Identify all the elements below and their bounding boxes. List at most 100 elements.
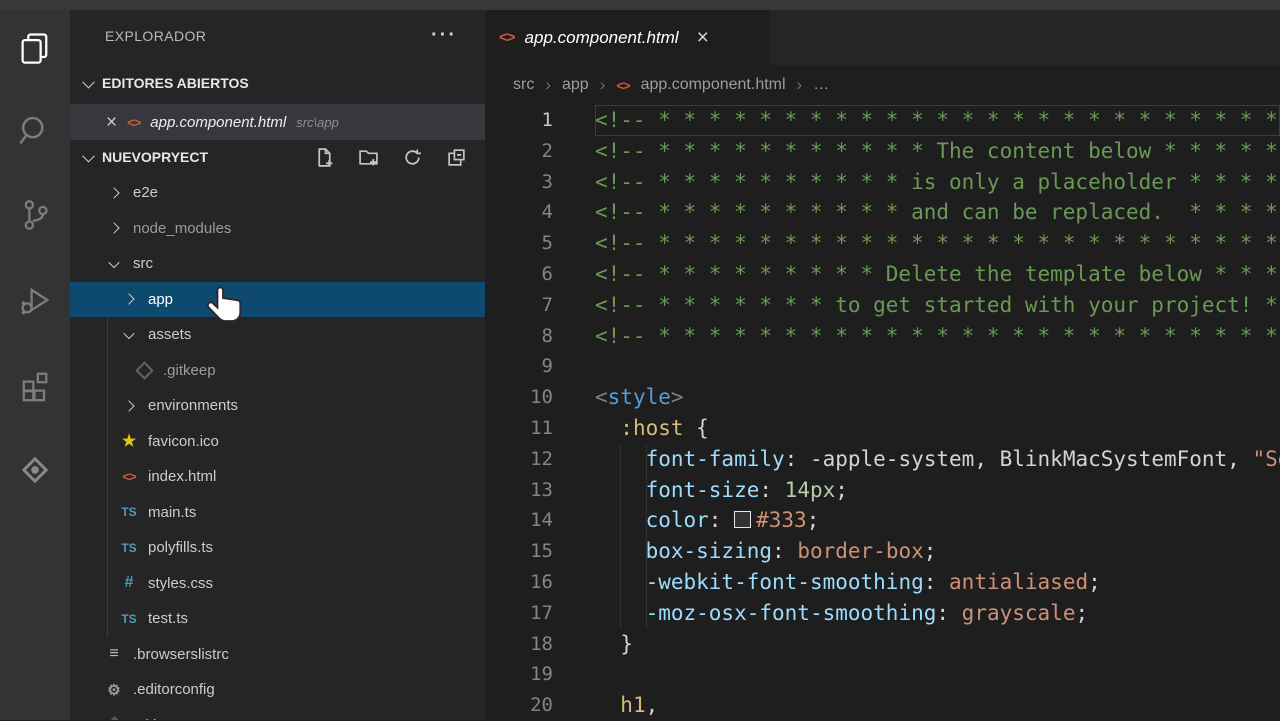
line-content[interactable]: <!-- * * * * * * * * * Delete the templa… xyxy=(595,259,1280,290)
line-content[interactable]: <style> xyxy=(595,382,1280,413)
tree-item-editorconfig[interactable]: ⚙ .editorconfig xyxy=(70,672,485,708)
open-editor-label: app.component.html xyxy=(150,113,287,131)
tree-item-label: test.ts xyxy=(148,610,189,628)
line-content[interactable] xyxy=(595,351,1280,382)
tab-app-component-html[interactable]: <> app.component.html × xyxy=(485,10,770,65)
line-number: 5 xyxy=(541,232,553,255)
extensions-icon[interactable] xyxy=(0,350,70,420)
line-number: 9 xyxy=(541,355,553,378)
tree-item-favicon-ico[interactable]: ★ favicon.ico xyxy=(70,424,485,460)
code-line-15: 15 box-sizing: border-box; xyxy=(485,536,1280,567)
line-number: 13 xyxy=(530,478,553,501)
close-icon[interactable]: × xyxy=(106,113,117,132)
line-content[interactable]: h1, xyxy=(595,690,1280,721)
tree-item-label: src xyxy=(133,255,153,273)
code-line-13: 13 font-size: 14px; xyxy=(485,475,1280,506)
files-icon[interactable] xyxy=(0,13,70,83)
breadcrumb-symbol-ellipsis[interactable]: … xyxy=(813,76,829,94)
tree-item-test-ts[interactable]: TS test.ts xyxy=(70,601,485,637)
tree-item-label: index.html xyxy=(148,468,217,486)
new-file-icon[interactable] xyxy=(314,147,335,168)
project-actions xyxy=(314,147,467,168)
tree-item-gitkeep[interactable]: .gitkeep xyxy=(70,353,485,389)
line-number: 14 xyxy=(530,509,553,532)
line-content[interactable]: font-size: 14px; xyxy=(595,475,1280,506)
tree-item-label: .browserslistrc xyxy=(133,645,229,663)
tab-bar: <> app.component.html × xyxy=(485,10,1280,65)
line-number: 20 xyxy=(530,694,553,717)
list-file-icon: ≡ xyxy=(109,645,119,663)
tree-item-app[interactable]: app xyxy=(70,281,485,317)
line-content[interactable]: <!-- * * * * * * * * * * is only a place… xyxy=(595,167,1280,198)
line-content[interactable]: <!-- * * * * * * * * * * * * * * * * * *… xyxy=(595,228,1280,259)
line-content[interactable]: -webkit-font-smoothing: antialiased; xyxy=(595,567,1280,598)
line-content[interactable]: font-family: -apple-system, BlinkMacSyst… xyxy=(595,444,1280,475)
chevron-down-icon xyxy=(123,327,135,339)
angular-console-icon[interactable] xyxy=(0,435,70,505)
tree-item-node-modules[interactable]: node_modules xyxy=(70,211,485,247)
line-content[interactable]: <!-- * * * * * * * * * * * * * * * * * *… xyxy=(595,105,1280,136)
tree-item-browserslistrc[interactable]: ≡ .browserslistrc xyxy=(70,637,485,673)
run-debug-icon[interactable] xyxy=(0,265,70,335)
tree-item-label: app xyxy=(148,290,174,308)
tree-item-main-ts[interactable]: TS main.ts xyxy=(70,495,485,531)
tree-item-label: .gitkeep xyxy=(163,361,216,379)
line-number: 15 xyxy=(530,540,553,563)
tree-item-label: main.ts xyxy=(148,503,197,521)
line-content[interactable] xyxy=(595,659,1280,690)
tree-item-src[interactable]: src xyxy=(70,246,485,282)
code-line-18: 18 } xyxy=(485,629,1280,660)
line-content[interactable]: <!-- * * * * * * * to get started with y… xyxy=(595,290,1280,321)
twisty xyxy=(103,187,125,199)
open-editor-item[interactable]: × <> app.component.html src\app xyxy=(70,104,485,140)
file-icon: TS xyxy=(118,505,140,519)
file-icon xyxy=(133,361,155,380)
tree-item-e2e[interactable]: e2e xyxy=(70,175,485,211)
line-content[interactable]: box-sizing: border-box; xyxy=(595,536,1280,567)
twisty xyxy=(103,256,125,268)
new-folder-icon[interactable] xyxy=(358,147,379,168)
css-file-icon: # xyxy=(124,574,134,592)
breadcrumb-file[interactable]: app.component.html xyxy=(641,76,786,94)
twisty xyxy=(118,327,140,339)
code-area[interactable]: 1 <!-- * * * * * * * * * * * * * * * * * … xyxy=(485,105,1280,720)
more-actions-icon[interactable]: ··· xyxy=(431,24,457,47)
chevron-right-icon xyxy=(108,222,120,234)
chevron-right-icon xyxy=(123,293,135,305)
refresh-explorer-icon[interactable] xyxy=(402,147,423,168)
project-header-label: NUEVOPRYECT xyxy=(102,149,209,165)
open-editors-header-label: EDITORES ABIERTOS xyxy=(102,75,249,91)
code-line-11: 11 :host { xyxy=(485,413,1280,444)
line-content[interactable]: <!-- * * * * * * * * * * and can be repl… xyxy=(595,197,1280,228)
indent-guide xyxy=(646,444,647,629)
breadcrumb-app[interactable]: app xyxy=(562,76,589,94)
open-editors-section-header[interactable]: EDITORES ABIERTOS xyxy=(70,62,485,104)
collapse-folders-icon[interactable] xyxy=(446,147,467,168)
line-content[interactable]: <!-- * * * * * * * * * * * * * * * * * *… xyxy=(595,321,1280,352)
tree-item-index-html[interactable]: <> index.html xyxy=(70,459,485,495)
source-control-icon[interactable] xyxy=(0,180,70,250)
tree-item-environments[interactable]: environments xyxy=(70,388,485,424)
indent-guide xyxy=(620,444,621,629)
breadcrumb-src[interactable]: src xyxy=(513,76,534,94)
tree-item-polyfills-ts[interactable]: TS polyfills.ts xyxy=(70,530,485,566)
line-content[interactable]: color: #333; xyxy=(595,505,1280,536)
line-content[interactable]: :host { xyxy=(595,413,1280,444)
code-line-7: 7 <!-- * * * * * * * to get started with … xyxy=(485,290,1280,321)
file-icon: TS xyxy=(118,612,140,626)
tree-item-gitignore[interactable]: .gitignore xyxy=(70,708,485,720)
search-icon[interactable] xyxy=(0,96,70,166)
tree-item-assets[interactable]: assets xyxy=(70,317,485,353)
code-line-12: 12 font-family: -apple-system, BlinkMacS… xyxy=(485,444,1280,475)
line-number: 12 xyxy=(530,447,553,470)
tree-item-styles-css[interactable]: # styles.css xyxy=(70,566,485,602)
line-number: 19 xyxy=(530,663,553,686)
file-icon: ⚙ xyxy=(103,681,125,699)
close-icon[interactable]: × xyxy=(697,27,709,48)
code-line-4: 4 <!-- * * * * * * * * * * and can be rep… xyxy=(485,197,1280,228)
line-content[interactable]: <!-- * * * * * * * * * * * The content b… xyxy=(595,136,1280,167)
line-content[interactable]: } xyxy=(595,629,1280,660)
project-section-header[interactable]: NUEVOPRYECT xyxy=(70,139,485,175)
line-content[interactable]: -moz-osx-font-smoothing: grayscale; xyxy=(595,598,1280,629)
activity-bar xyxy=(0,10,70,720)
